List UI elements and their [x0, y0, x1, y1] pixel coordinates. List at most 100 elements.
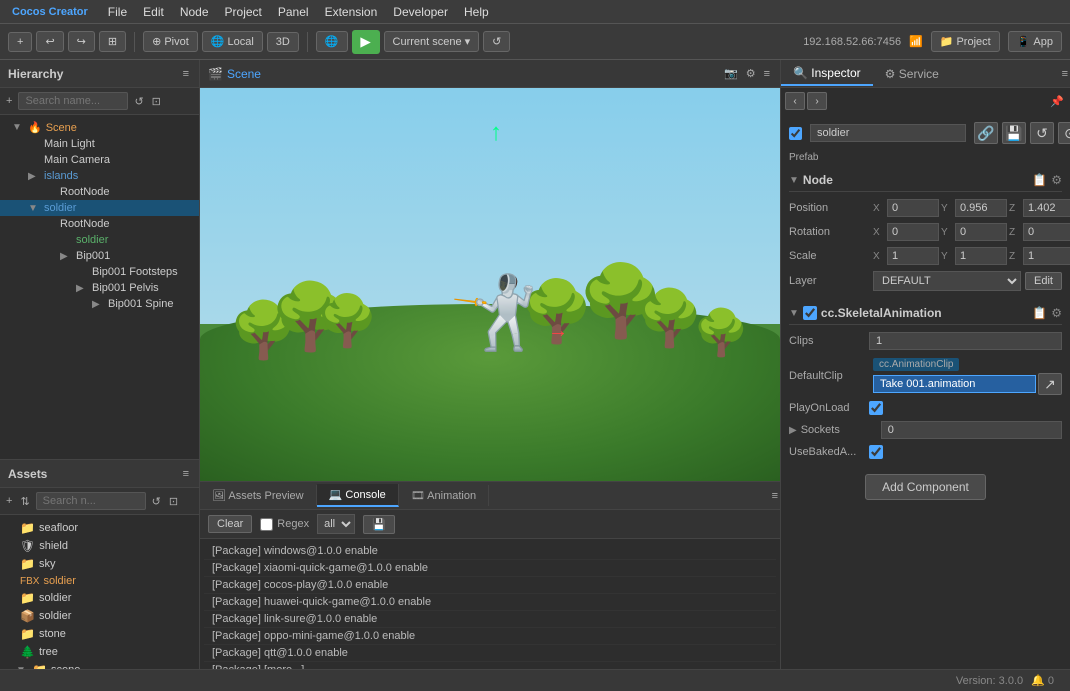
tab-console[interactable]: 💻 Console	[317, 484, 399, 507]
scene-screenshot-btn[interactable]: 📷	[722, 65, 740, 82]
tab-inspector[interactable]: 🔍 Inspector	[781, 62, 873, 86]
toolbar-crop[interactable]: ⊞	[99, 31, 126, 52]
regex-checkbox[interactable]	[260, 518, 273, 531]
menubar-cocos[interactable]: Cocos Creator	[4, 4, 96, 20]
assets-item-tree[interactable]: 🌲 tree	[0, 643, 199, 661]
toolbar-redo[interactable]: ↪	[68, 31, 95, 52]
assets-item-soldier2[interactable]: 📦 soldier	[0, 607, 199, 625]
playonload-checkbox[interactable]	[869, 401, 883, 415]
position-y-input[interactable]	[955, 199, 1007, 217]
tree-item-maincamera[interactable]: Main Camera	[0, 152, 199, 168]
assets-item-seafloor[interactable]: 📁 seafloor	[0, 519, 199, 537]
component-copy-icon[interactable]: 📋	[1032, 306, 1047, 320]
clip-locate-btn[interactable]: ↗	[1038, 373, 1062, 395]
sockets-input[interactable]	[881, 421, 1062, 439]
tree-item-bip001pelvis[interactable]: ▶ Bip001 Pelvis	[0, 280, 199, 296]
assets-add-btn[interactable]: +	[4, 493, 14, 509]
assets-sort-btn[interactable]: ⇅	[18, 493, 31, 510]
hierarchy-add-btn[interactable]: +	[4, 93, 14, 109]
hierarchy-menu-btn[interactable]: ≡	[181, 66, 191, 82]
nav-forward[interactable]: ›	[807, 92, 827, 110]
menubar-panel[interactable]: Panel	[270, 3, 317, 21]
bottom-panel-menu[interactable]: ≡	[770, 488, 780, 504]
toolbar-project[interactable]: 📁 Project	[931, 31, 1000, 52]
assets-item-soldier-fbx[interactable]: FBX soldier	[0, 573, 199, 589]
toolbar-scene[interactable]: Current scene ▾	[384, 31, 480, 52]
assets-menu-btn[interactable]: ≡	[181, 466, 191, 482]
tree-item-soldier-child[interactable]: soldier	[0, 232, 199, 248]
prefab-locate-btn[interactable]: ⊙	[1058, 122, 1070, 144]
node-enabled-checkbox[interactable]	[789, 127, 802, 140]
prefab-save-btn[interactable]: 💾	[1002, 122, 1026, 144]
clear-btn[interactable]: Clear	[208, 515, 252, 533]
tab-animation[interactable]: 🎞 Animation	[399, 485, 489, 506]
toolbar-app[interactable]: 📱 App	[1008, 31, 1062, 52]
toolbar-undo[interactable]: ↩	[36, 31, 63, 52]
rotation-x-input[interactable]	[887, 223, 939, 241]
menubar-developer[interactable]: Developer	[385, 3, 456, 21]
assets-search-input[interactable]	[36, 492, 146, 510]
usebakeda-checkbox[interactable]	[869, 445, 883, 459]
menubar-extension[interactable]: Extension	[317, 3, 386, 21]
tab-assets-preview[interactable]: 🖼 Assets Preview	[200, 485, 317, 506]
inspector-pin-btn[interactable]: 📌	[1048, 92, 1066, 110]
scene-viewport[interactable]: 🌳 🌳 🌳 🌳 🌳 🌳 🌳 🤺 ↑ →	[200, 88, 780, 481]
tree-item-islands[interactable]: ▶ islands	[0, 168, 199, 184]
menubar-edit[interactable]: Edit	[135, 3, 172, 21]
tree-item-soldier-rootnode[interactable]: RootNode	[0, 216, 199, 232]
toolbar-pivot[interactable]: ⊕ Pivot	[143, 31, 198, 52]
position-x-input[interactable]	[887, 199, 939, 217]
tree-item-islands-rootnode[interactable]: RootNode	[0, 184, 199, 200]
assets-item-soldier-folder[interactable]: 📁 soldier	[0, 589, 199, 607]
assets-refresh-btn[interactable]: ↺	[150, 493, 163, 510]
toolbar-play[interactable]: ▶	[352, 30, 380, 54]
toolbar-local[interactable]: 🌐 Local	[202, 31, 263, 52]
assets-item-sky[interactable]: 📁 sky	[0, 555, 199, 573]
menubar-node[interactable]: Node	[172, 3, 217, 21]
tree-item-bip001spine[interactable]: ▶ Bip001 Spine	[0, 296, 199, 312]
prefab-link-btn[interactable]: 🔗	[974, 122, 998, 144]
console-save-btn[interactable]: 💾	[363, 515, 395, 534]
menubar-help[interactable]: Help	[456, 3, 497, 21]
nav-back[interactable]: ‹	[785, 92, 805, 110]
toolbar-refresh[interactable]: ↺	[483, 31, 510, 52]
hierarchy-search-input[interactable]	[18, 92, 128, 110]
scale-y-input[interactable]	[955, 247, 1007, 265]
toolbar-globe[interactable]: 🌐	[316, 31, 348, 52]
prefab-refresh-btn[interactable]: ↺	[1030, 122, 1054, 144]
tree-item-bip001footsteps[interactable]: Bip001 Footsteps	[0, 264, 199, 280]
inspector-menu-btn[interactable]: ≡	[1060, 66, 1070, 82]
clips-input[interactable]	[869, 332, 1062, 350]
scene-settings-btn[interactable]: ⚙	[744, 65, 758, 82]
add-component-btn[interactable]: Add Component	[865, 474, 986, 500]
hierarchy-refresh-btn[interactable]: ↺	[132, 93, 145, 110]
scene-tab[interactable]: 🎬 Scene	[208, 67, 261, 81]
component-checkbox[interactable]	[803, 306, 817, 320]
scale-x-input[interactable]	[887, 247, 939, 265]
hierarchy-collapse-btn[interactable]: ⊡	[150, 93, 163, 110]
component-settings-icon[interactable]: ⚙	[1051, 306, 1062, 320]
rotation-z-input[interactable]	[1023, 223, 1070, 241]
menubar-file[interactable]: File	[100, 3, 135, 21]
tree-item-bip001[interactable]: ▶ Bip001	[0, 248, 199, 264]
clip-input[interactable]	[873, 375, 1036, 393]
layer-select[interactable]: DEFAULT	[873, 271, 1021, 291]
layer-edit-btn[interactable]: Edit	[1025, 272, 1062, 290]
position-z-input[interactable]	[1023, 199, 1070, 217]
tree-item-scene[interactable]: ▼ 🔥 Scene	[0, 119, 199, 136]
assets-item-stone[interactable]: 📁 stone	[0, 625, 199, 643]
tree-item-mainlight[interactable]: Main Light	[0, 136, 199, 152]
node-settings-icon[interactable]: ⚙	[1051, 173, 1062, 187]
scene-menu-btn[interactable]: ≡	[762, 66, 772, 82]
rotation-y-input[interactable]	[955, 223, 1007, 241]
scale-z-input[interactable]	[1023, 247, 1070, 265]
assets-item-shield[interactable]: 🛡 shield	[0, 537, 199, 555]
assets-collapse-btn[interactable]: ⊡	[167, 493, 180, 510]
node-copy-icon[interactable]: 📋	[1032, 173, 1047, 187]
assets-item-scene[interactable]: ▼📁 scene	[0, 661, 199, 669]
toolbar-new[interactable]: +	[8, 32, 32, 52]
menubar-project[interactable]: Project	[217, 3, 270, 21]
tree-item-soldier[interactable]: ▼ soldier	[0, 200, 199, 216]
tab-service[interactable]: ⚙ Service	[873, 63, 951, 85]
filter-select[interactable]: all	[317, 514, 355, 534]
